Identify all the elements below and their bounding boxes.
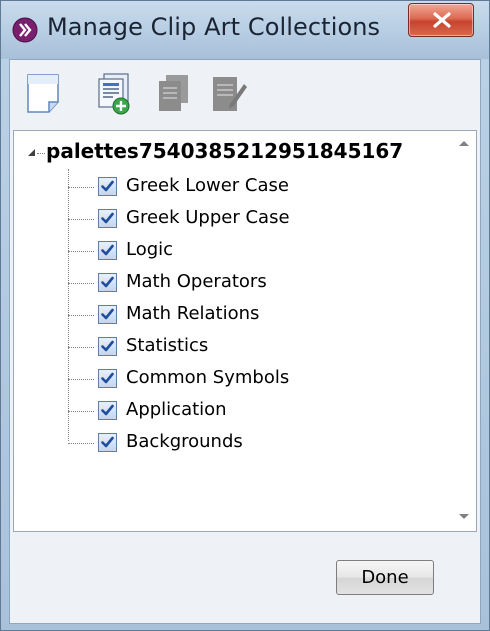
tree-connector [37,153,45,154]
tree-item-label: Math Operators [126,271,267,292]
add-clip-art-button[interactable] [94,72,134,116]
tree-item-label: Greek Upper Case [126,207,290,228]
tree-connector [68,315,94,316]
tree-item[interactable]: Statistics [68,333,398,361]
add-pages-icon [98,73,130,115]
dialog-window: Manage Clip Art Collections palettes7540… [0,0,490,631]
tree-item-label: Common Symbols [126,367,290,388]
tree-item[interactable]: Greek Upper Case [68,205,398,233]
collection-checkbox[interactable] [98,433,117,452]
collection-checkbox[interactable] [98,337,117,356]
dialog-footer: Done [10,532,480,623]
tree-item-label: Greek Lower Case [126,175,289,196]
copy-pages-icon [159,75,188,111]
tree-root-label: palettes7540385212951845167 [46,139,404,163]
copy-collection-button[interactable] [154,72,194,116]
checkmark-icon [101,308,114,320]
tree-item-label: Application [126,399,227,420]
toolbar [10,60,480,124]
tree-item[interactable]: Greek Lower Case [68,173,398,201]
tree-connector [68,443,94,444]
collection-checkbox[interactable] [98,401,117,420]
checkmark-icon [101,212,114,224]
edit-collection-button[interactable] [208,72,248,116]
checkmark-icon [101,276,114,288]
tree-item-label: Backgrounds [126,431,243,452]
tree-item[interactable]: Math Operators [68,269,398,297]
tree-connector [68,411,94,412]
checkmark-icon [101,436,114,448]
collection-checkbox[interactable] [98,369,117,388]
tree-item-label: Math Relations [126,303,260,324]
checkmark-icon [101,180,114,192]
tree-connector [68,251,94,252]
tree-connector [68,187,94,188]
new-collection-button[interactable] [24,72,64,116]
close-button[interactable] [408,3,474,37]
collection-checkbox[interactable] [98,209,117,228]
collection-checkbox[interactable] [98,241,117,260]
dialog-body: palettes7540385212951845167 Greek Lower … [9,59,481,624]
tree-item[interactable]: Math Relations [68,301,398,329]
scroll-down-arrow-icon[interactable] [459,514,469,519]
vertical-scrollbar[interactable] [453,131,476,531]
tree-connector [68,219,94,220]
done-button[interactable]: Done [336,560,434,595]
collapse-arrow-icon[interactable] [28,149,35,156]
window-title: Manage Clip Art Collections [47,13,381,41]
checkmark-icon [101,372,114,384]
title-bar[interactable]: Manage Clip Art Collections [1,1,489,59]
checkmark-icon [101,404,114,416]
tree-connector [68,347,94,348]
new-document-icon [27,74,59,113]
tree-connector [68,379,94,380]
tree-item[interactable]: Common Symbols [68,365,398,393]
scroll-up-arrow-icon[interactable] [459,141,469,146]
tree-item-label: Statistics [126,335,209,356]
collection-checkbox[interactable] [98,305,117,324]
collection-checkbox[interactable] [98,273,117,292]
checkmark-icon [101,244,114,256]
collection-checkbox[interactable] [98,177,117,196]
edit-page-icon [213,77,247,111]
tree-connector [68,283,94,284]
tree-item-label: Logic [126,239,174,260]
tree-item[interactable]: Backgrounds [68,429,398,457]
tree-item[interactable]: Logic [68,237,398,265]
checkmark-icon [101,340,114,352]
tree-item[interactable]: Application [68,397,398,425]
collections-tree[interactable]: palettes7540385212951845167 Greek Lower … [13,130,477,532]
app-icon [12,17,38,43]
close-icon [433,12,451,28]
